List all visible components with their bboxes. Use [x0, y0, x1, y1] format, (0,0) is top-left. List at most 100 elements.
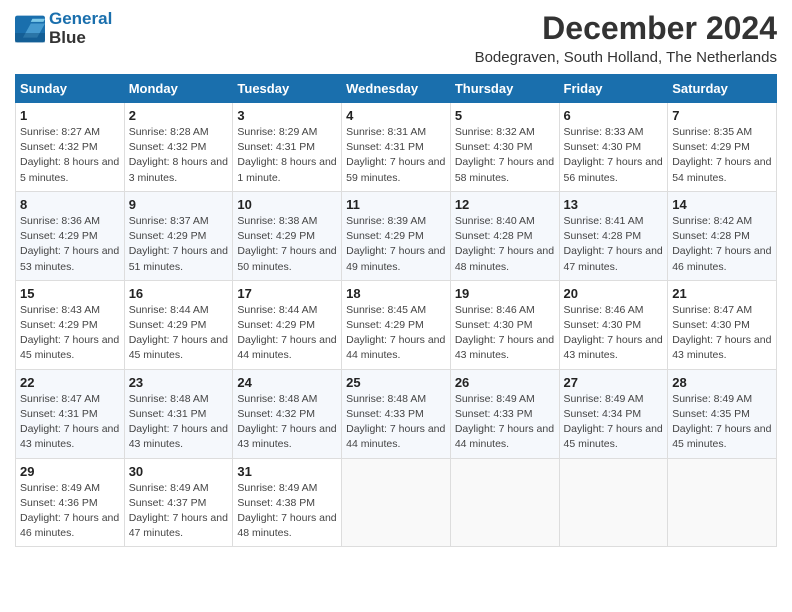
- day-info: Sunrise: 8:37 AM Sunset: 4:29 PM Dayligh…: [129, 214, 229, 275]
- calendar-day-cell: 4 Sunrise: 8:31 AM Sunset: 4:31 PM Dayli…: [342, 103, 451, 192]
- daylight-label: Daylight: 7 hours and 53 minutes.: [20, 245, 119, 272]
- calendar-week-row: 15 Sunrise: 8:43 AM Sunset: 4:29 PM Dayl…: [16, 280, 777, 369]
- sunset-label: Sunset: 4:30 PM: [564, 141, 642, 153]
- calendar-day-cell: 20 Sunrise: 8:46 AM Sunset: 4:30 PM Dayl…: [559, 280, 668, 369]
- day-number: 23: [129, 375, 229, 390]
- calendar-day-cell: 17 Sunrise: 8:44 AM Sunset: 4:29 PM Dayl…: [233, 280, 342, 369]
- day-info: Sunrise: 8:48 AM Sunset: 4:31 PM Dayligh…: [129, 392, 229, 453]
- calendar-day-cell: 5 Sunrise: 8:32 AM Sunset: 4:30 PM Dayli…: [450, 103, 559, 192]
- sunrise-label: Sunrise: 8:41 AM: [564, 215, 644, 227]
- daylight-label: Daylight: 7 hours and 47 minutes.: [129, 512, 228, 539]
- calendar-day-cell: 8 Sunrise: 8:36 AM Sunset: 4:29 PM Dayli…: [16, 191, 125, 280]
- daylight-label: Daylight: 7 hours and 45 minutes.: [672, 423, 771, 450]
- sunset-label: Sunset: 4:29 PM: [237, 230, 315, 242]
- sunrise-label: Sunrise: 8:46 AM: [564, 304, 644, 316]
- day-info: Sunrise: 8:43 AM Sunset: 4:29 PM Dayligh…: [20, 303, 120, 364]
- sunset-label: Sunset: 4:29 PM: [237, 319, 315, 331]
- day-info: Sunrise: 8:36 AM Sunset: 4:29 PM Dayligh…: [20, 214, 120, 275]
- sunset-label: Sunset: 4:28 PM: [455, 230, 533, 242]
- daylight-label: Daylight: 7 hours and 43 minutes.: [564, 334, 663, 361]
- daylight-label: Daylight: 7 hours and 44 minutes.: [455, 423, 554, 450]
- sunrise-label: Sunrise: 8:43 AM: [20, 304, 100, 316]
- sunset-label: Sunset: 4:37 PM: [129, 497, 207, 509]
- calendar-day-cell: 1 Sunrise: 8:27 AM Sunset: 4:32 PM Dayli…: [16, 103, 125, 192]
- calendar-day-cell: 30 Sunrise: 8:49 AM Sunset: 4:37 PM Dayl…: [124, 458, 233, 547]
- day-info: Sunrise: 8:46 AM Sunset: 4:30 PM Dayligh…: [564, 303, 664, 364]
- day-number: 13: [564, 197, 664, 212]
- daylight-label: Daylight: 7 hours and 47 minutes.: [564, 245, 663, 272]
- calendar-day-cell: 18 Sunrise: 8:45 AM Sunset: 4:29 PM Dayl…: [342, 280, 451, 369]
- day-number: 18: [346, 286, 446, 301]
- day-info: Sunrise: 8:44 AM Sunset: 4:29 PM Dayligh…: [129, 303, 229, 364]
- day-number: 10: [237, 197, 337, 212]
- sunset-label: Sunset: 4:28 PM: [564, 230, 642, 242]
- sunset-label: Sunset: 4:30 PM: [672, 319, 750, 331]
- sunrise-label: Sunrise: 8:29 AM: [237, 126, 317, 138]
- daylight-label: Daylight: 7 hours and 49 minutes.: [346, 245, 445, 272]
- weekday-header: Wednesday: [342, 75, 451, 103]
- sunset-label: Sunset: 4:29 PM: [672, 141, 750, 153]
- calendar-day-cell: 6 Sunrise: 8:33 AM Sunset: 4:30 PM Dayli…: [559, 103, 668, 192]
- sunrise-label: Sunrise: 8:38 AM: [237, 215, 317, 227]
- sunrise-label: Sunrise: 8:47 AM: [672, 304, 752, 316]
- main-title: December 2024: [475, 10, 777, 47]
- calendar-day-cell: 24 Sunrise: 8:48 AM Sunset: 4:32 PM Dayl…: [233, 369, 342, 458]
- day-number: 8: [20, 197, 120, 212]
- title-block: December 2024 Bodegraven, South Holland,…: [475, 10, 777, 66]
- daylight-label: Daylight: 7 hours and 43 minutes.: [129, 423, 228, 450]
- day-number: 4: [346, 108, 446, 123]
- day-info: Sunrise: 8:49 AM Sunset: 4:34 PM Dayligh…: [564, 392, 664, 453]
- day-number: 3: [237, 108, 337, 123]
- calendar-day-cell: 25 Sunrise: 8:48 AM Sunset: 4:33 PM Dayl…: [342, 369, 451, 458]
- sunrise-label: Sunrise: 8:49 AM: [237, 482, 317, 494]
- day-info: Sunrise: 8:40 AM Sunset: 4:28 PM Dayligh…: [455, 214, 555, 275]
- sunset-label: Sunset: 4:31 PM: [129, 408, 207, 420]
- sunrise-label: Sunrise: 8:33 AM: [564, 126, 644, 138]
- calendar-day-cell: 14 Sunrise: 8:42 AM Sunset: 4:28 PM Dayl…: [668, 191, 777, 280]
- sunset-label: Sunset: 4:29 PM: [20, 319, 98, 331]
- calendar-day-cell: 11 Sunrise: 8:39 AM Sunset: 4:29 PM Dayl…: [342, 191, 451, 280]
- day-number: 27: [564, 375, 664, 390]
- day-number: 11: [346, 197, 446, 212]
- sunset-label: Sunset: 4:30 PM: [455, 141, 533, 153]
- calendar-day-cell: 29 Sunrise: 8:49 AM Sunset: 4:36 PM Dayl…: [16, 458, 125, 547]
- day-number: 16: [129, 286, 229, 301]
- sunrise-label: Sunrise: 8:47 AM: [20, 393, 100, 405]
- logo: General Blue: [15, 10, 112, 47]
- calendar-day-cell: 31 Sunrise: 8:49 AM Sunset: 4:38 PM Dayl…: [233, 458, 342, 547]
- day-number: 31: [237, 464, 337, 479]
- day-info: Sunrise: 8:45 AM Sunset: 4:29 PM Dayligh…: [346, 303, 446, 364]
- sunrise-label: Sunrise: 8:48 AM: [129, 393, 209, 405]
- day-number: 26: [455, 375, 555, 390]
- day-number: 21: [672, 286, 772, 301]
- sunrise-label: Sunrise: 8:45 AM: [346, 304, 426, 316]
- weekday-header: Sunday: [16, 75, 125, 103]
- day-number: 20: [564, 286, 664, 301]
- weekday-header: Monday: [124, 75, 233, 103]
- day-info: Sunrise: 8:49 AM Sunset: 4:35 PM Dayligh…: [672, 392, 772, 453]
- day-info: Sunrise: 8:35 AM Sunset: 4:29 PM Dayligh…: [672, 125, 772, 186]
- day-info: Sunrise: 8:49 AM Sunset: 4:33 PM Dayligh…: [455, 392, 555, 453]
- daylight-label: Daylight: 7 hours and 59 minutes.: [346, 156, 445, 183]
- daylight-label: Daylight: 7 hours and 45 minutes.: [20, 334, 119, 361]
- daylight-label: Daylight: 7 hours and 50 minutes.: [237, 245, 336, 272]
- calendar-day-cell: 27 Sunrise: 8:49 AM Sunset: 4:34 PM Dayl…: [559, 369, 668, 458]
- day-info: Sunrise: 8:41 AM Sunset: 4:28 PM Dayligh…: [564, 214, 664, 275]
- calendar-day-cell: 13 Sunrise: 8:41 AM Sunset: 4:28 PM Dayl…: [559, 191, 668, 280]
- calendar-day-cell: 22 Sunrise: 8:47 AM Sunset: 4:31 PM Dayl…: [16, 369, 125, 458]
- day-info: Sunrise: 8:39 AM Sunset: 4:29 PM Dayligh…: [346, 214, 446, 275]
- day-info: Sunrise: 8:47 AM Sunset: 4:31 PM Dayligh…: [20, 392, 120, 453]
- sunset-label: Sunset: 4:32 PM: [129, 141, 207, 153]
- day-number: 5: [455, 108, 555, 123]
- daylight-label: Daylight: 7 hours and 43 minutes.: [455, 334, 554, 361]
- day-number: 24: [237, 375, 337, 390]
- day-number: 25: [346, 375, 446, 390]
- calendar-day-cell: 9 Sunrise: 8:37 AM Sunset: 4:29 PM Dayli…: [124, 191, 233, 280]
- calendar-day-cell: 23 Sunrise: 8:48 AM Sunset: 4:31 PM Dayl…: [124, 369, 233, 458]
- day-info: Sunrise: 8:49 AM Sunset: 4:36 PM Dayligh…: [20, 481, 120, 542]
- day-info: Sunrise: 8:48 AM Sunset: 4:33 PM Dayligh…: [346, 392, 446, 453]
- sunset-label: Sunset: 4:29 PM: [129, 230, 207, 242]
- sunrise-label: Sunrise: 8:32 AM: [455, 126, 535, 138]
- sunset-label: Sunset: 4:36 PM: [20, 497, 98, 509]
- day-number: 15: [20, 286, 120, 301]
